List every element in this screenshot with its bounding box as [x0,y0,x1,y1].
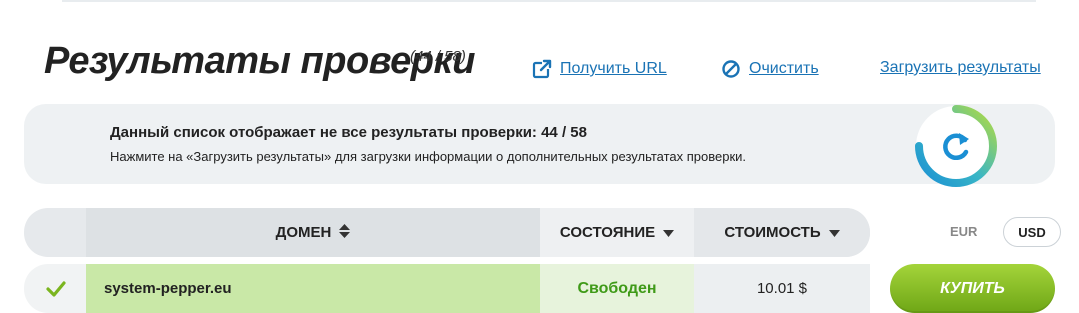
status-cell: Свободен [540,264,694,313]
notice-box [24,104,1055,184]
currency-usd[interactable]: USD [1003,217,1061,247]
load-results-label: Загрузить результаты [880,59,1041,76]
column-state-header[interactable]: СОСТОЯНИЕ [540,208,694,257]
domain-cell: system-pepper.eu [86,264,540,313]
notice-text: Нажмите на «Загрузить результаты» для за… [110,149,747,164]
price-cell: 10.01 $ [694,264,870,313]
column-domain-header[interactable]: ДОМЕН [86,208,540,257]
row-checkbox[interactable] [46,280,66,298]
currency-eur[interactable]: EUR [950,224,977,239]
caret-down-icon [828,224,840,241]
refresh-button[interactable] [910,100,1002,192]
column-cost-label: СТОИМОСТЬ [724,224,821,241]
column-cost-header[interactable]: СТОИМОСТЬ [694,208,870,257]
column-domain-label: ДОМЕН [275,224,332,241]
refresh-icon [915,105,997,187]
checkmark-icon [46,281,66,297]
column-state-label: СОСТОЯНИЕ [559,224,656,241]
notice-title: Данный список отображает не все результа… [110,124,587,141]
get-url-label: Получить URL [560,60,667,77]
buy-button[interactable]: КУПИТЬ [890,264,1055,313]
row-background: system-pepper.eu Свободен 10.01 $ [24,264,870,313]
top-divider [62,0,1036,2]
load-results-link[interactable]: Загрузить результаты [880,59,1041,77]
sort-icon [339,223,351,242]
external-link-icon [532,59,552,79]
caret-down-icon [663,224,675,241]
clear-label: Очистить [749,60,819,77]
table-header: ДОМЕН СОСТОЯНИЕ СТОИМОСТЬ [24,208,870,257]
table-row: system-pepper.eu Свободен 10.01 $ КУПИТЬ [24,264,1064,313]
clear-icon [721,59,741,79]
get-url-link[interactable]: Получить URL [532,59,667,79]
clear-link[interactable]: Очистить [721,59,819,79]
results-count: (44 / 58) [410,48,466,65]
